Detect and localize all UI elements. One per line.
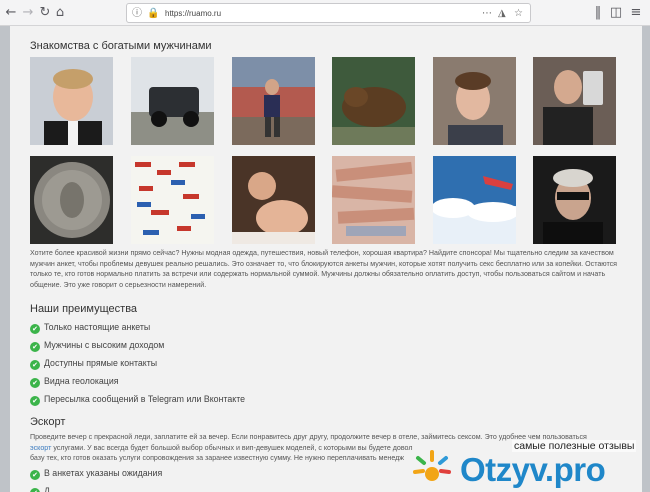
- advantage-label: Пересылка сообщений в Telegram или Вконт…: [44, 394, 246, 404]
- photo-man-sunglasses[interactable]: [533, 156, 616, 244]
- photo-coin[interactable]: [30, 156, 113, 244]
- forward-arrow-icon[interactable]: →: [19, 4, 37, 22]
- lock-icon[interactable]: 🔒: [147, 5, 159, 22]
- advantage-item: ✔ Мужчины с высоким доходом: [30, 339, 164, 352]
- escort-link[interactable]: эскорт: [30, 444, 51, 452]
- page-content: Знакомства с богатыми мужчинами Хотите б…: [10, 26, 642, 492]
- advantage-item: ✔ Только настоящие анкеты: [30, 321, 150, 334]
- check-icon: ✔: [30, 378, 40, 388]
- watermark: самые полезные отзывы Otzyv.pro: [412, 436, 650, 492]
- escort-text-part: базу тех, кто готов оказать услуги сопро…: [30, 454, 405, 463]
- photo-couple[interactable]: [232, 156, 315, 244]
- star-icon[interactable]: ☆: [514, 5, 523, 22]
- page-title: Знакомства с богатыми мужчинами: [30, 40, 212, 52]
- advantage-item: ✔ Доступны прямые контакты: [30, 357, 157, 370]
- check-icon: ✔: [30, 342, 40, 352]
- more-icon[interactable]: ⋯: [482, 5, 492, 22]
- photo-man-smiling[interactable]: [30, 57, 113, 145]
- photo-woman-city[interactable]: [232, 57, 315, 145]
- browser-toolbar: ← → ↻ ⌂ ⓘ 🔒 https://ruamo.ru ⋯ ◮ ☆ ‖ ◫ ≡: [0, 0, 650, 26]
- escort-text-part: услугами. У вас всегда будет большой выб…: [53, 443, 413, 452]
- escort-item: ✔ В анкетах указаны ожидания: [30, 467, 162, 480]
- advantage-item: ✔ Видна геолокация: [30, 375, 119, 388]
- photo-bear[interactable]: [332, 57, 415, 145]
- advantage-label: Мужчины с высоким доходом: [44, 340, 165, 350]
- info-icon[interactable]: ⓘ: [132, 5, 142, 22]
- advantage-label: Доступны прямые контакты: [44, 358, 158, 368]
- photo-jeep-snow[interactable]: [131, 57, 214, 145]
- photo-money[interactable]: [332, 156, 415, 244]
- escort-item-label: Д: [44, 486, 50, 492]
- check-icon: ✔: [30, 324, 40, 334]
- photo-selfie-phone[interactable]: [533, 57, 616, 145]
- advantage-label: Видна геолокация: [44, 376, 119, 386]
- pocket-icon[interactable]: ◮: [498, 5, 506, 22]
- check-icon: ✔: [30, 360, 40, 370]
- burst-icon: [413, 450, 451, 481]
- back-arrow-icon[interactable]: ←: [2, 4, 20, 22]
- escort-heading: Эскорт: [30, 416, 66, 428]
- photo-airplane-clouds[interactable]: [433, 156, 516, 244]
- photo-young-man[interactable]: [433, 57, 516, 145]
- escort-item-label: В анкетах указаны ожидания: [44, 468, 163, 478]
- address-bar[interactable]: ⓘ 🔒 https://ruamo.ru ⋯ ◮ ☆: [126, 3, 531, 23]
- check-icon: ✔: [30, 396, 40, 406]
- advantages-heading: Наши преимущества: [30, 303, 138, 315]
- sidebar-icon[interactable]: ◫: [607, 4, 625, 22]
- intro-text: Хотите более красивой жизни прямо сейчас…: [30, 249, 618, 289]
- watermark-logo: Otzyv.pro: [460, 451, 606, 488]
- advantage-item: ✔ Пересылка сообщений в Telegram или Вкон…: [30, 393, 245, 406]
- escort-item: ✔Д: [30, 485, 50, 492]
- url-text[interactable]: https://ruamo.ru: [165, 4, 221, 23]
- photo-collage[interactable]: [131, 156, 214, 244]
- library-icon[interactable]: ‖: [589, 4, 607, 22]
- advantage-label: Только настоящие анкеты: [44, 322, 151, 332]
- check-icon: ✔: [30, 488, 40, 492]
- home-icon[interactable]: ⌂: [51, 4, 69, 22]
- check-icon: ✔: [30, 470, 40, 480]
- hamburger-menu-icon[interactable]: ≡: [627, 4, 645, 22]
